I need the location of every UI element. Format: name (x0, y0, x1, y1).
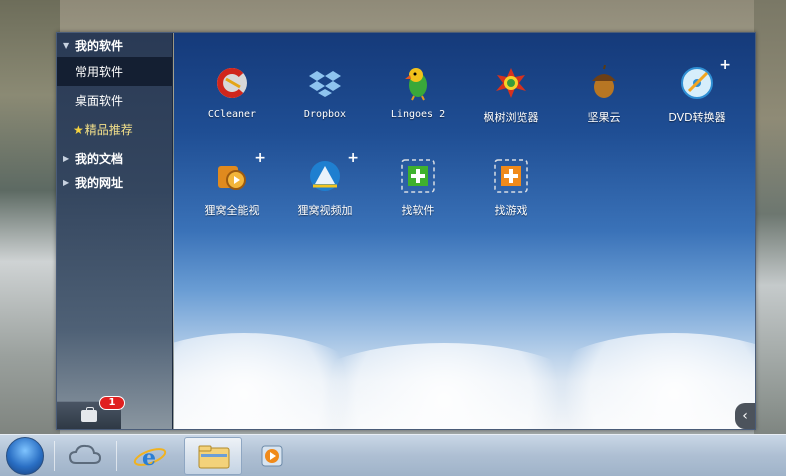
ccleaner-icon (217, 68, 247, 98)
internet-explorer-icon: e (133, 445, 167, 471)
app-maple-browser[interactable]: 枫树浏览器 (465, 65, 557, 135)
app-leawo-video-add[interactable]: + 狸窝视频加 (279, 150, 371, 228)
toolbox-button[interactable]: 1 (57, 396, 125, 429)
start-orb-icon[interactable] (6, 437, 44, 475)
sidebar-item-label: 常用软件 (75, 65, 124, 79)
sidebar-item-label: 桌面软件 (75, 94, 124, 108)
app-label: 狸窝全能视 (204, 204, 260, 217)
sidebar-item-label: 精品推荐 (84, 123, 133, 137)
plus-icon: + (347, 150, 359, 166)
app-label: Lingoes 2 (390, 109, 446, 120)
app-label: DVD转换器 (668, 111, 726, 124)
app-label: CCleaner (207, 109, 257, 120)
app-leawo-video-converter[interactable]: + 狸窝全能视 (186, 150, 278, 228)
star-icon: ★ (73, 122, 84, 137)
cloud-icon (68, 444, 102, 464)
taskbar-media-player[interactable] (246, 437, 304, 475)
expand-right-icon: ▶ (63, 177, 70, 187)
taskbar-separator (54, 441, 55, 471)
cloud-decoration (534, 333, 755, 429)
toolbox-area: 1 (57, 396, 173, 429)
app-label: 坚果云 (587, 111, 621, 124)
toolbox-icon (81, 407, 97, 422)
sidebar: ▼ 我的软件 常用软件 桌面软件 ★ 精品推荐 ▶ 我的文档 ▶ 我的网址 1 (57, 33, 173, 429)
find-games-plus-icon (494, 159, 528, 193)
taskbar: e (0, 434, 786, 476)
app-find-games[interactable]: 找游戏 (465, 158, 557, 228)
sidebar-group-label: 我的软件 (75, 38, 124, 53)
app-label: 找游戏 (494, 204, 528, 217)
lingoes-parrot-icon (405, 68, 427, 101)
sidebar-group-my-websites[interactable]: ▶ 我的网址 (57, 170, 172, 194)
app-label: 狸窝视频加 (297, 204, 353, 217)
software-manager-panel: ▼ 我的软件 常用软件 桌面软件 ★ 精品推荐 ▶ 我的文档 ▶ 我的网址 1 (56, 32, 756, 430)
app-find-software[interactable]: 找软件 (372, 158, 464, 228)
taskbar-file-explorer[interactable] (184, 437, 242, 475)
leawo-video-add-icon (310, 161, 340, 191)
svg-text:e: e (142, 445, 156, 471)
dvd-converter-icon (681, 67, 713, 99)
media-player-icon (261, 445, 283, 467)
app-jianguoyun[interactable]: 坚果云 (558, 65, 650, 135)
taskbar-separator (116, 441, 117, 471)
expand-down-icon: ▼ (63, 40, 70, 50)
plus-icon: + (719, 57, 731, 73)
maple-browser-icon (496, 68, 526, 98)
desktop-wallpaper-left (0, 0, 60, 476)
sidebar-group-my-software[interactable]: ▼ 我的软件 (57, 33, 172, 57)
collapse-panel-button[interactable]: ‹ (735, 403, 755, 429)
app-lingoes[interactable]: Lingoes 2 (372, 65, 464, 135)
leawo-video-converter-icon (218, 166, 246, 190)
app-label: Dropbox (303, 109, 347, 120)
dropbox-icon (309, 71, 341, 97)
app-label: 枫树浏览器 (483, 111, 539, 124)
sidebar-item-common-software[interactable]: 常用软件 (57, 57, 172, 86)
sidebar-group-label: 我的文档 (75, 151, 124, 166)
app-dvd-converter[interactable]: + DVD转换器 (651, 57, 743, 135)
sidebar-group-my-documents[interactable]: ▶ 我的文档 (57, 146, 172, 170)
file-explorer-icon (198, 445, 230, 469)
app-grid-area: CCleaner Dropbox Lingoes 2 枫树浏览器 坚果云 + D… (174, 33, 755, 429)
acorn-icon (592, 65, 616, 98)
find-software-plus-icon (401, 159, 435, 193)
plus-icon: + (254, 150, 266, 166)
app-label: 找软件 (401, 204, 435, 217)
taskbar-cloud[interactable] (58, 437, 116, 475)
app-ccleaner[interactable]: CCleaner (186, 65, 278, 135)
notification-badge: 1 (99, 396, 125, 410)
sidebar-group-label: 我的网址 (75, 175, 124, 190)
taskbar-internet-explorer[interactable]: e (120, 437, 178, 475)
desktop-wallpaper-right (754, 0, 786, 476)
expand-right-icon: ▶ (63, 153, 70, 163)
sidebar-item-featured[interactable]: ★ 精品推荐 (57, 115, 172, 144)
sidebar-item-desktop-software[interactable]: 桌面软件 (57, 86, 172, 115)
app-dropbox[interactable]: Dropbox (279, 65, 371, 135)
